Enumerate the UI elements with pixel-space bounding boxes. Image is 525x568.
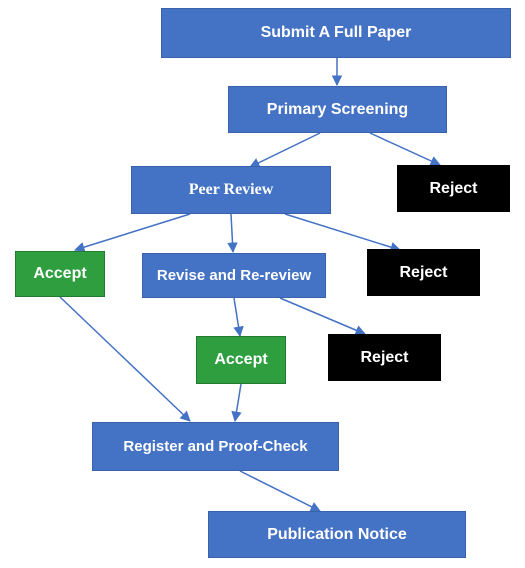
- node-accept-after-peer: Accept: [15, 251, 105, 297]
- node-peer-review: Peer Review: [131, 166, 331, 214]
- node-revise-rereview: Revise and Re-review: [142, 253, 326, 298]
- node-register-proofcheck: Register and Proof-Check: [92, 422, 339, 471]
- node-reject-after-peer: Reject: [367, 249, 480, 296]
- node-reject-after-revise: Reject: [328, 334, 441, 381]
- node-reject-after-primary: Reject: [397, 165, 510, 212]
- flowchart: Submit A Full Paper Primary Screening Re…: [0, 0, 525, 568]
- node-accept-after-revise: Accept: [196, 336, 286, 384]
- node-publication-notice: Publication Notice: [208, 511, 466, 558]
- node-submit: Submit A Full Paper: [161, 8, 511, 58]
- node-primary-screening: Primary Screening: [228, 86, 447, 133]
